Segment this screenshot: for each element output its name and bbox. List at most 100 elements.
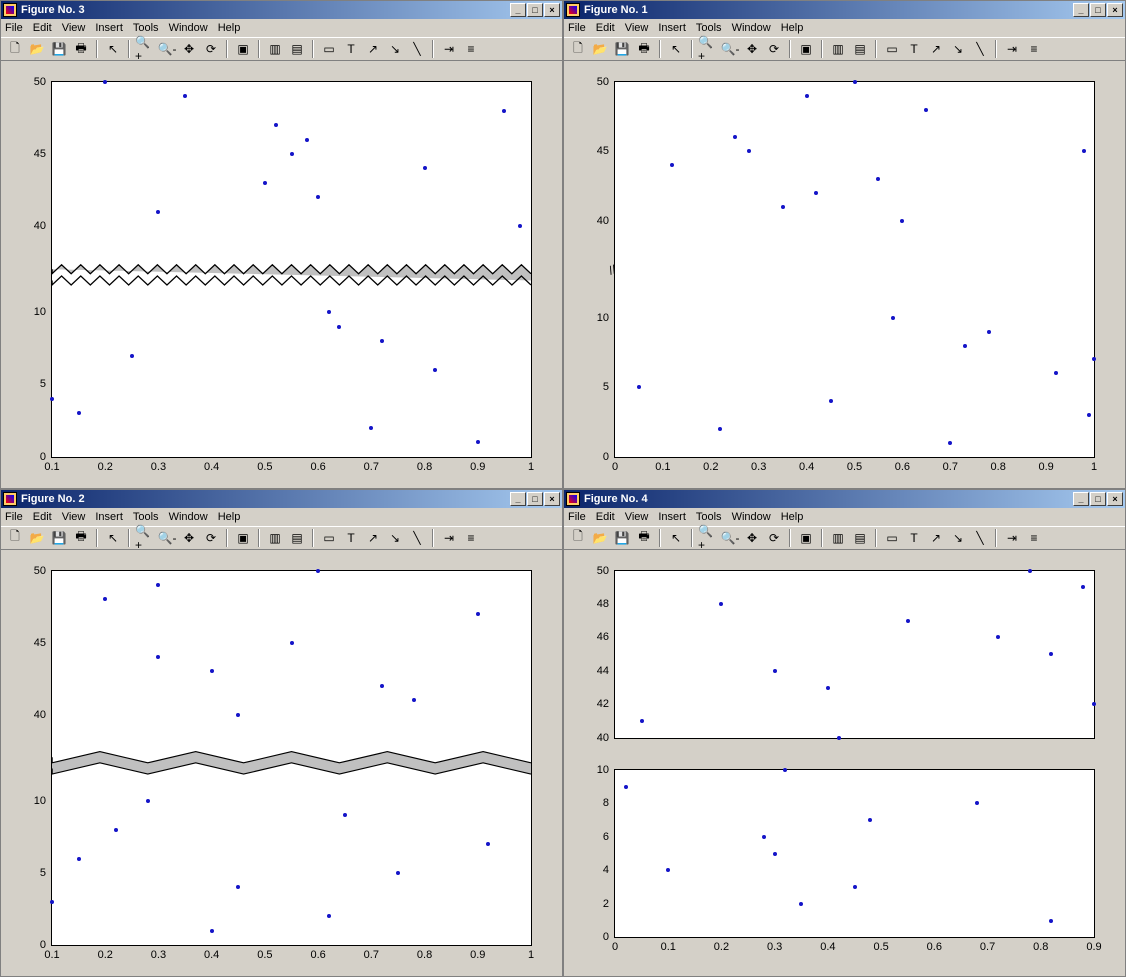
zoom-in-icon[interactable]: 🔍+ [698,528,718,548]
zoom-out-icon[interactable]: 🔍- [157,39,177,59]
arrow-icon[interactable]: ↘ [385,39,405,59]
menu-help[interactable]: Help [218,22,241,34]
line-icon[interactable]: ╲ [407,528,427,548]
zoom-out-icon[interactable]: 🔍- [157,528,177,548]
menu-file[interactable]: File [568,22,586,34]
arrow2-icon[interactable]: ↗ [926,39,946,59]
zoom-out-icon[interactable]: 🔍- [720,39,740,59]
open-icon[interactable]: 📂 [27,528,47,548]
rotate-icon[interactable]: ⟳ [764,528,784,548]
save-icon[interactable]: 💾 [49,39,69,59]
close-button[interactable]: × [1107,3,1123,17]
menu-help[interactable]: Help [781,511,804,523]
menu-insert[interactable]: Insert [658,511,686,523]
new-icon[interactable]: 🗋 [5,528,25,548]
rect-icon[interactable]: ▭ [882,528,902,548]
minimize-button[interactable]: _ [510,492,526,506]
close-button[interactable]: × [544,492,560,506]
open-icon[interactable]: 📂 [590,528,610,548]
text-icon[interactable]: T [341,39,361,59]
data-cursor-icon[interactable]: ▣ [233,528,253,548]
arrow2-icon[interactable]: ↗ [363,39,383,59]
print-icon[interactable]: 🖶 [634,39,654,59]
open-icon[interactable]: 📂 [590,39,610,59]
rect-icon[interactable]: ▭ [319,528,339,548]
minimize-button[interactable]: _ [1073,3,1089,17]
axes[interactable]: 05104045500.10.20.30.40.50.60.70.80.91 [51,81,532,458]
pointer-icon[interactable]: ↖ [103,39,123,59]
menu-help[interactable]: Help [781,22,804,34]
menu-file[interactable]: File [5,22,23,34]
axes[interactable]: 051040455000.10.20.30.40.50.60.70.80.91/… [614,81,1095,458]
align-icon[interactable]: ⇥ [439,528,459,548]
line-icon[interactable]: ╲ [970,528,990,548]
arrow-icon[interactable]: ↘ [948,528,968,548]
menu-window[interactable]: Window [169,22,208,34]
menu-help[interactable]: Help [218,511,241,523]
colorbar-icon[interactable]: ▥ [828,39,848,59]
props-icon[interactable]: ≡ [461,39,481,59]
text-icon[interactable]: T [904,528,924,548]
menu-tools[interactable]: Tools [696,22,722,34]
legend-icon[interactable]: ▤ [287,39,307,59]
menu-window[interactable]: Window [732,22,771,34]
rotate-icon[interactable]: ⟳ [764,39,784,59]
props-icon[interactable]: ≡ [1024,39,1044,59]
pointer-icon[interactable]: ↖ [103,528,123,548]
menu-tools[interactable]: Tools [696,511,722,523]
menu-window[interactable]: Window [732,511,771,523]
menu-edit[interactable]: Edit [33,511,52,523]
menu-edit[interactable]: Edit [596,511,615,523]
arrow-icon[interactable]: ↘ [385,528,405,548]
maximize-button[interactable]: □ [1090,492,1106,506]
rotate-icon[interactable]: ⟳ [201,528,221,548]
pan-icon[interactable]: ✥ [742,39,762,59]
menu-tools[interactable]: Tools [133,511,159,523]
props-icon[interactable]: ≡ [461,528,481,548]
arrow-icon[interactable]: ↘ [948,39,968,59]
menu-view[interactable]: View [62,511,86,523]
new-icon[interactable]: 🗋 [568,39,588,59]
rect-icon[interactable]: ▭ [882,39,902,59]
align-icon[interactable]: ⇥ [439,39,459,59]
menu-view[interactable]: View [625,22,649,34]
pan-icon[interactable]: ✥ [742,528,762,548]
rotate-icon[interactable]: ⟳ [201,39,221,59]
legend-icon[interactable]: ▤ [850,528,870,548]
text-icon[interactable]: T [904,39,924,59]
new-icon[interactable]: 🗋 [5,39,25,59]
data-cursor-icon[interactable]: ▣ [796,528,816,548]
print-icon[interactable]: 🖶 [71,39,91,59]
line-icon[interactable]: ╲ [970,39,990,59]
rect-icon[interactable]: ▭ [319,39,339,59]
colorbar-icon[interactable]: ▥ [265,528,285,548]
axes[interactable]: 05104045500.10.20.30.40.50.60.70.80.91 [51,570,532,947]
menu-insert[interactable]: Insert [95,22,123,34]
colorbar-icon[interactable]: ▥ [265,39,285,59]
menu-view[interactable]: View [62,22,86,34]
axes[interactable]: 024681000.10.20.30.40.50.60.70.80.9 [614,769,1095,938]
pointer-icon[interactable]: ↖ [666,39,686,59]
menu-edit[interactable]: Edit [33,22,52,34]
arrow2-icon[interactable]: ↗ [926,528,946,548]
line-icon[interactable]: ╲ [407,39,427,59]
axes[interactable]: 404244464850 [614,570,1095,739]
legend-icon[interactable]: ▤ [287,528,307,548]
data-cursor-icon[interactable]: ▣ [233,39,253,59]
save-icon[interactable]: 💾 [612,39,632,59]
menu-file[interactable]: File [568,511,586,523]
arrow2-icon[interactable]: ↗ [363,528,383,548]
minimize-button[interactable]: _ [510,3,526,17]
menu-file[interactable]: File [5,511,23,523]
menu-view[interactable]: View [625,511,649,523]
align-icon[interactable]: ⇥ [1002,528,1022,548]
align-icon[interactable]: ⇥ [1002,39,1022,59]
minimize-button[interactable]: _ [1073,492,1089,506]
colorbar-icon[interactable]: ▥ [828,528,848,548]
save-icon[interactable]: 💾 [612,528,632,548]
close-button[interactable]: × [544,3,560,17]
new-icon[interactable]: 🗋 [568,528,588,548]
legend-icon[interactable]: ▤ [850,39,870,59]
menu-tools[interactable]: Tools [133,22,159,34]
menu-window[interactable]: Window [169,511,208,523]
